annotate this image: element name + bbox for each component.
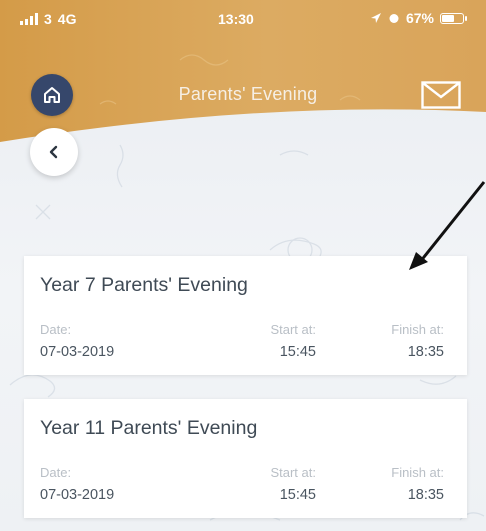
finish-value: 18:35 [407, 344, 444, 360]
event-title: Year 7 Parents' Evening [40, 274, 248, 296]
network-label: 4G [57, 11, 77, 27]
start-label: Start at: [270, 465, 316, 480]
event-card-year-11[interactable]: Year 11 Parents' Evening Date: 07-03-201… [24, 399, 467, 518]
chevron-left-icon [49, 145, 58, 159]
start-value: 15:45 [279, 344, 316, 360]
back-button[interactable] [30, 128, 78, 176]
status-time: 13:30 [218, 11, 254, 27]
date-value: 07-03-2019 [40, 487, 115, 503]
finish-label: Finish at: [391, 465, 444, 480]
home-icon [44, 87, 60, 103]
finish-label: Finish at: [391, 322, 444, 337]
start-label: Start at: [270, 322, 316, 337]
status-bar: 3 4G 13:30 67% [0, 0, 486, 36]
date-label: Date: [40, 465, 72, 480]
status-right: 67% [370, 10, 467, 26]
mail-button[interactable] [418, 79, 464, 111]
battery-level [442, 14, 455, 22]
carrier-label: 3 [44, 11, 52, 27]
home-button[interactable] [31, 74, 73, 116]
mail-icon [421, 81, 461, 109]
signal-icon [20, 13, 38, 25]
battery-percent: 67% [405, 10, 434, 26]
event-card-year-7[interactable]: Year 7 Parents' Evening Date: 07-03-2019… [24, 256, 467, 375]
app-screen: 3 4G 13:30 67% Parents' Evening Year 7 P… [0, 0, 486, 531]
finish-value: 18:35 [407, 487, 444, 503]
start-value: 15:45 [279, 487, 316, 503]
alarm-icon [389, 14, 399, 23]
battery-icon [440, 12, 467, 24]
location-icon [370, 13, 381, 23]
app-header: 3 4G 13:30 67% Parents' Evening [0, 0, 486, 142]
date-value: 07-03-2019 [40, 344, 115, 360]
status-left: 3 4G [20, 11, 76, 27]
date-label: Date: [40, 322, 72, 337]
event-title: Year 11 Parents' Evening [40, 417, 258, 439]
page-title: Parents' Evening [178, 84, 318, 104]
